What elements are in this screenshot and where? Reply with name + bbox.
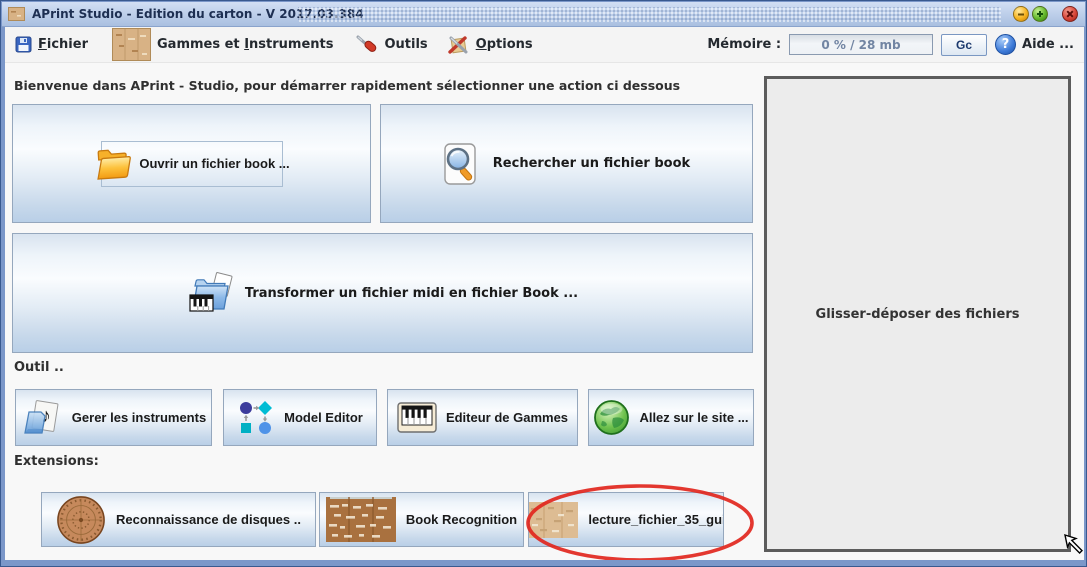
- disc-recognition-label: Reconnaissance de disques ..: [116, 512, 301, 527]
- model-editor-label: Model Editor: [284, 410, 363, 425]
- menu-fichier[interactable]: Fichier: [15, 36, 88, 53]
- menu-gammes-instruments[interactable]: Gammes et Instruments: [112, 28, 333, 61]
- disc-recognition-button[interactable]: Reconnaissance de disques ..: [41, 492, 316, 547]
- model-editor-button[interactable]: Model Editor: [223, 389, 377, 446]
- book-recognition-label: Book Recognition: [406, 512, 517, 527]
- crossed-tools-icon: [446, 34, 470, 56]
- memory-value: 0 % / 28 mb: [821, 38, 900, 52]
- lecture-fichier-label: lecture_fichier_35_gui: [588, 512, 724, 527]
- manage-instruments-button[interactable]: ♪ Gerer les instruments: [15, 389, 212, 446]
- help-button[interactable]: ? Aide ...: [995, 34, 1074, 55]
- maximize-button[interactable]: [1032, 6, 1048, 22]
- folder-open-icon: [93, 146, 133, 181]
- menu-outils[interactable]: Outils: [355, 34, 427, 55]
- search-book-label: Rechercher un fichier book: [493, 156, 690, 171]
- goto-website-button[interactable]: Allez sur le site ...: [588, 389, 754, 446]
- menu-fichier-label: Fichier: [38, 37, 88, 52]
- midi-folder-icon: [187, 272, 235, 314]
- open-book-label: Ouvrir un fichier book ...: [139, 156, 289, 171]
- extensions-section-title: Extensions:: [14, 454, 99, 469]
- light-cardboard-icon: [528, 502, 578, 538]
- menu-gammes-label: Gammes et Instruments: [157, 37, 333, 52]
- transform-midi-panel[interactable]: Transformer un fichier midi en fichier B…: [12, 233, 753, 353]
- lecture-fichier-button[interactable]: lecture_fichier_35_gui: [528, 492, 724, 547]
- question-mark-icon: ?: [995, 34, 1016, 55]
- app-window: APrint Studio - Edition du carton - V 20…: [0, 0, 1087, 567]
- toolbar-right-group: Mémoire : 0 % / 28 mb Gc ? Aide ...: [707, 34, 1074, 56]
- window-controls: [1010, 6, 1078, 22]
- goto-website-label: Allez sur le site ...: [639, 410, 748, 425]
- transform-midi-label: Transformer un fichier midi en fichier B…: [245, 286, 578, 301]
- open-book-panel[interactable]: Ouvrir un fichier book ...: [12, 104, 371, 223]
- book-recognition-button[interactable]: Book Recognition: [319, 492, 524, 547]
- menu-outils-label: Outils: [384, 37, 427, 52]
- instruments-folder-icon: ♪: [21, 399, 63, 437]
- manage-instruments-label: Gerer les instruments: [72, 410, 206, 425]
- floppy-disk-icon: [15, 36, 32, 53]
- scale-editor-label: Editeur de Gammes: [446, 410, 568, 425]
- welcome-text: Bienvenue dans APrint - Studio, pour dém…: [14, 78, 680, 93]
- scale-editor-button[interactable]: Editeur de Gammes: [387, 389, 578, 446]
- menu-options-label: Options: [476, 37, 533, 52]
- search-icon: [443, 142, 479, 186]
- punched-disc-icon: [56, 495, 106, 545]
- tools-section-title: Outil ..: [14, 360, 64, 375]
- help-label: Aide ...: [1022, 37, 1074, 52]
- cardboard-book-icon: [112, 28, 151, 61]
- content-area: Bienvenue dans APrint - Studio, pour dém…: [5, 63, 1084, 560]
- close-button[interactable]: [1062, 6, 1078, 22]
- main-toolbar: Fichier Gammes et Instruments: [5, 27, 1084, 63]
- search-book-panel[interactable]: Rechercher un fichier book: [380, 104, 753, 223]
- screwdriver-icon: [355, 34, 378, 55]
- memory-label: Mémoire :: [707, 37, 781, 52]
- memory-progressbar: 0 % / 28 mb: [789, 34, 933, 55]
- title-bar: APrint Studio - Edition du carton - V 20…: [2, 2, 1085, 27]
- app-cardboard-icon: [8, 7, 25, 21]
- globe-icon: [593, 399, 630, 436]
- titlebar-texture: [298, 7, 1001, 22]
- model-diagram-icon: [237, 399, 275, 437]
- punched-cardboard-icon: [326, 497, 396, 542]
- menu-options[interactable]: Options: [446, 34, 533, 56]
- open-book-button[interactable]: Ouvrir un fichier book ...: [101, 141, 283, 187]
- file-dropzone[interactable]: Glisser-déposer des fichiers: [764, 76, 1071, 552]
- gc-button[interactable]: Gc: [941, 34, 987, 56]
- dropzone-label: Glisser-déposer des fichiers: [816, 307, 1020, 322]
- minimize-button[interactable]: [1013, 6, 1029, 22]
- piano-keyboard-icon: [397, 402, 437, 433]
